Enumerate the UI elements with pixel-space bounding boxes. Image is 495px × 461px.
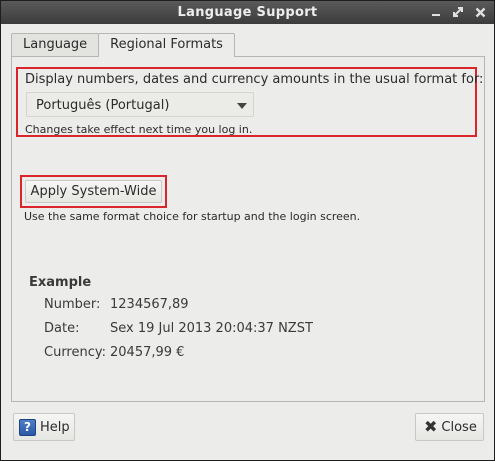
language-support-window: Language Support Language Regional Forma…	[0, 0, 495, 461]
tab-regional-formats[interactable]: Regional Formats	[98, 33, 235, 57]
tab-bar: Language Regional Formats	[11, 33, 235, 57]
close-button-label: Close	[441, 419, 477, 435]
format-highlight-box: Display numbers, dates and currency amou…	[16, 67, 483, 137]
help-icon: ?	[19, 418, 36, 436]
example-date-label: Date:	[44, 321, 80, 336]
window-title: Language Support	[177, 5, 318, 20]
maximize-icon[interactable]	[450, 4, 466, 20]
example-currency-label: Currency:	[44, 345, 107, 360]
help-button[interactable]: ? Help	[13, 413, 75, 441]
close-icon: ✖	[424, 417, 438, 436]
example-currency-row: Currency: 20457,99 €	[44, 345, 184, 360]
regional-formats-panel: Display numbers, dates and currency amou…	[11, 56, 485, 402]
minimize-icon[interactable]	[428, 4, 444, 20]
window-close-icon[interactable]	[472, 4, 488, 20]
apply-highlight-box: Apply System-Wide	[20, 175, 167, 208]
example-number-row: Number: 1234567,89	[44, 297, 189, 312]
example-date-value: Sex 19 Jul 2013 20:04:37 NZST	[110, 321, 313, 336]
help-button-label: Help	[40, 419, 70, 435]
format-change-note: Changes take effect next time you log in…	[25, 123, 253, 136]
format-prompt-label: Display numbers, dates and currency amou…	[25, 72, 484, 87]
close-button[interactable]: ✖ Close	[415, 413, 484, 441]
example-heading: Example	[29, 275, 92, 290]
format-select[interactable]: Português (Portugal)	[26, 92, 254, 117]
example-date-row: Date: Sex 19 Jul 2013 20:04:37 NZST	[44, 321, 313, 336]
format-select-value: Português (Portugal)	[36, 98, 170, 113]
example-currency-value: 20457,99 €	[110, 345, 185, 360]
example-number-value: 1234567,89	[110, 297, 189, 312]
window-controls	[428, 4, 488, 21]
example-number-label: Number:	[44, 297, 101, 312]
system-wide-note: Use the same format choice for startup a…	[24, 210, 361, 223]
apply-system-wide-button[interactable]: Apply System-Wide	[25, 180, 162, 203]
chevron-down-icon	[237, 103, 247, 109]
tab-language[interactable]: Language	[11, 33, 100, 56]
title-bar[interactable]: Language Support	[1, 1, 494, 24]
